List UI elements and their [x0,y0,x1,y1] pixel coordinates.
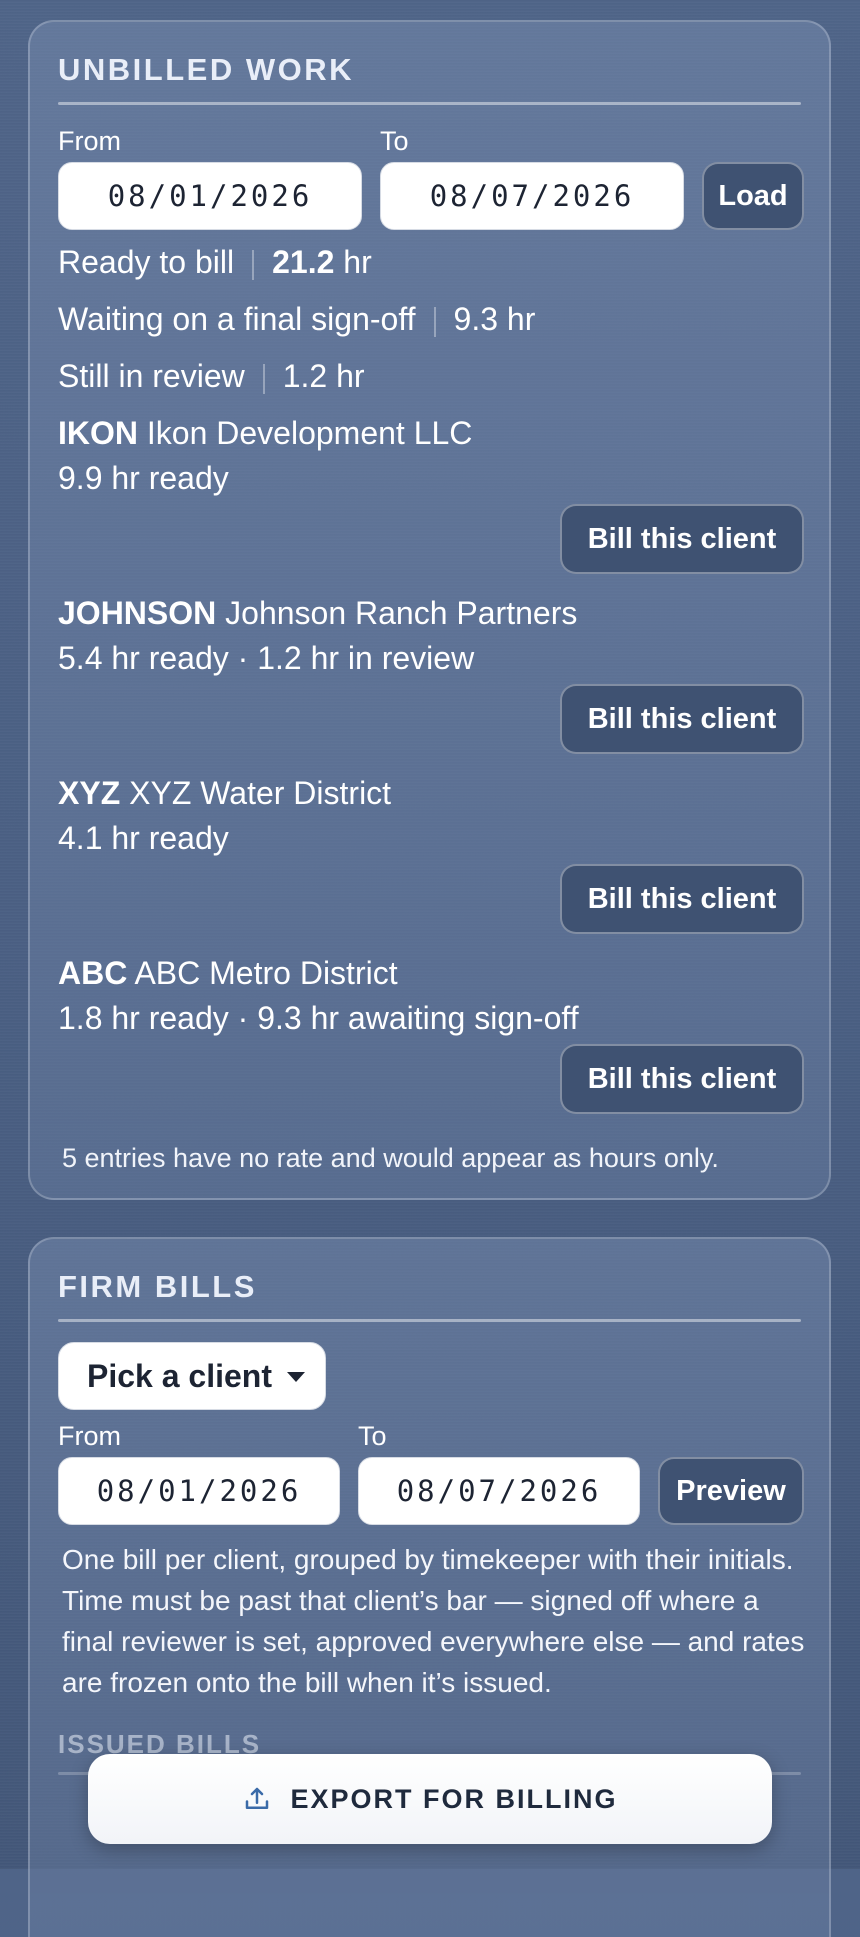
summary-review: Still in review 1.2 hr [58,358,365,395]
client-code: IKON [58,415,138,451]
to-date-input[interactable]: 08/07/2026 [358,1457,640,1525]
title-divider [58,102,801,105]
summary-waiting-label: Waiting on a final sign-off [58,301,416,337]
from-date-input[interactable]: 08/01/2026 [58,162,362,230]
client-hours: 4.1 hr ready [58,820,229,856]
from-label: From [58,126,121,156]
from-date-input[interactable]: 08/01/2026 [58,1457,340,1525]
from-label: From [58,1421,121,1451]
firm-bills-description: One bill per client, grouped by timekeep… [62,1544,805,1698]
client-code: ABC [58,955,128,991]
separator [433,306,436,337]
summary-ready-unit: hr [343,244,372,280]
summary-waiting: Waiting on a final sign-off 9.3 hr [58,301,535,338]
firm-bills-title: FIRM BILLS [58,1269,257,1304]
client-row-johnson: JOHNSON Johnson Ranch Partners [58,595,577,632]
client-name: XYZ Water District [129,775,392,811]
client-row-abc: ABC ABC Metro District [58,955,398,992]
summary-waiting-value: 9.3 hr [453,301,536,337]
client-code: XYZ [58,775,121,811]
upload-icon [246,1787,269,1809]
client-select-value: Pick a client [87,1357,272,1394]
bill-client-button-ikon[interactable]: Bill this client [560,504,804,574]
client-select[interactable]: Pick a client [58,1342,326,1410]
load-button[interactable]: Load [702,162,804,230]
unbilled-work-card: UNBILLED WORK From To 08/01/2026 08/07/2… [28,20,831,1200]
bill-client-button-xyz[interactable]: Bill this client [560,864,804,934]
to-label: To [380,126,409,156]
summary-ready: Ready to bill 21.2 hr [58,244,372,281]
client-code: JOHNSON [58,595,217,631]
client-hours: 9.9 hr ready [58,460,229,496]
bill-client-button-johnson[interactable]: Bill this client [560,684,804,754]
client-name: ABC Metro District [134,955,398,991]
unbilled-work-title: UNBILLED WORK [58,52,354,87]
separator [262,363,265,394]
chevron-down-icon [287,1372,305,1382]
bill-client-button-abc[interactable]: Bill this client [560,1044,804,1114]
to-date-input[interactable]: 08/07/2026 [380,162,684,230]
client-row-xyz: XYZ XYZ Water District [58,775,391,812]
summary-review-value: 1.2 hr [282,358,365,394]
export-for-billing-button[interactable]: EXPORT FOR BILLING [88,1754,772,1844]
separator [252,249,255,280]
title-divider [58,1319,801,1322]
client-name: Johnson Ranch Partners [225,595,578,631]
no-rate-note: 5 entries have no rate and would appear … [62,1143,719,1173]
summary-ready-value: 21.2 [272,244,335,280]
summary-review-label: Still in review [58,358,245,394]
client-name: Ikon Development LLC [146,415,473,451]
summary-ready-label: Ready to bill [58,244,235,280]
to-label: To [358,1421,387,1451]
export-label: EXPORT FOR BILLING [290,1783,618,1814]
preview-button[interactable]: Preview [658,1457,804,1525]
client-hours: 5.4 hr ready · 1.2 hr in review [58,640,475,676]
client-hours: 1.8 hr ready · 9.3 hr awaiting sign-off [58,1000,579,1036]
client-row-ikon: IKON Ikon Development LLC [58,415,472,452]
